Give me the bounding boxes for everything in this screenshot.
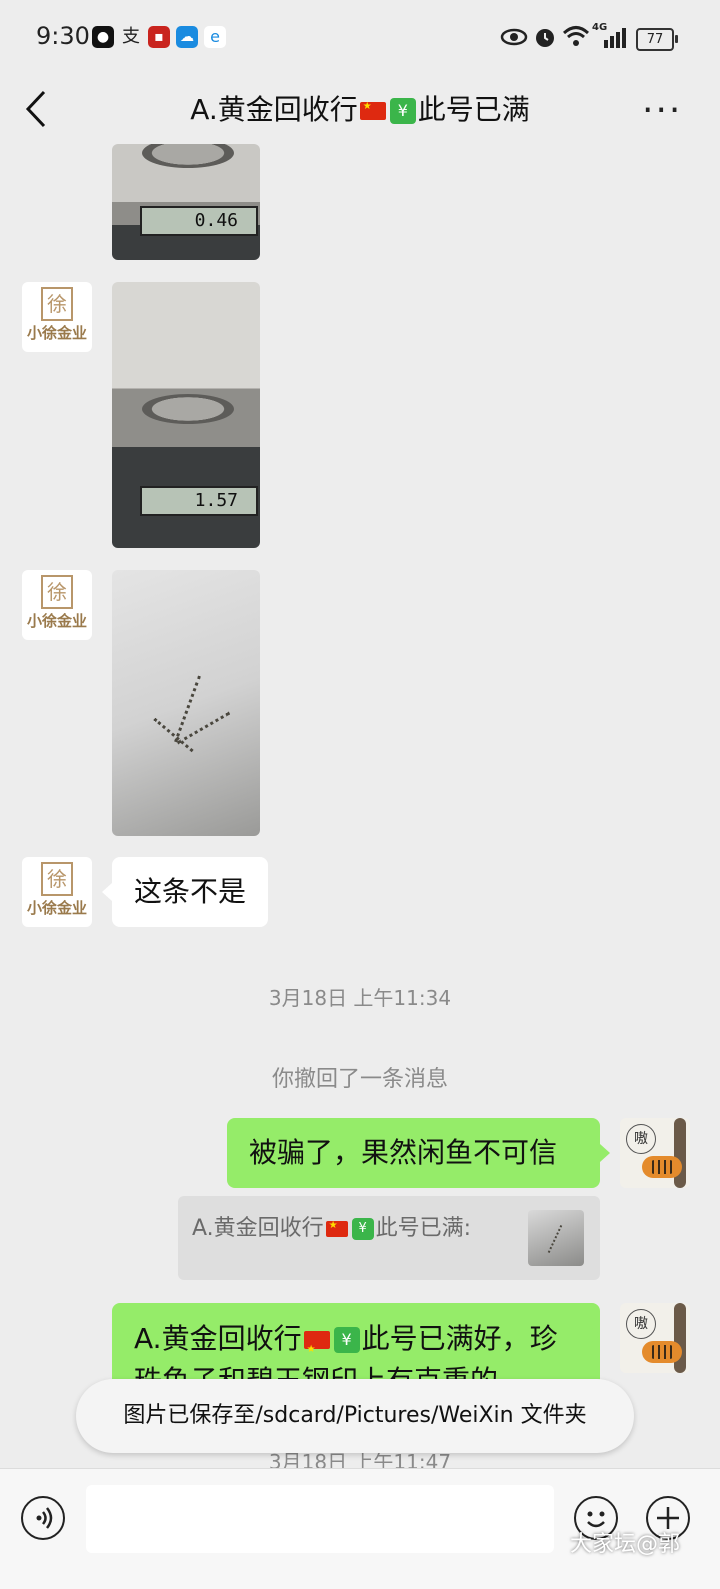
message-prefix: A.黄金回收行 xyxy=(134,1322,302,1355)
weather-icon: ☁ xyxy=(176,26,198,48)
quoted-message[interactable]: A.黄金回收行 ¥此号已满: xyxy=(178,1196,600,1280)
branch-shape xyxy=(674,1118,686,1188)
china-flag-icon xyxy=(303,1330,330,1370)
scale-photo-2[interactable]: 1.57 xyxy=(112,282,260,548)
chat-header: A.黄金回收行 ¥此号已满 ··· xyxy=(0,76,720,144)
speech-bubble: 嗷 xyxy=(626,1124,656,1154)
quote-prefix: A.黄金回收行 xyxy=(192,1216,324,1241)
scale-pan xyxy=(142,144,234,168)
tiger-shape xyxy=(642,1341,682,1363)
message-line-1: A.黄金回收行 ¥此号已满好，珍 xyxy=(134,1319,558,1370)
message-suffix: 此号已满好，珍 xyxy=(361,1322,558,1355)
recall-notice: 你撤回了一条消息 xyxy=(271,1067,448,1092)
china-flag-icon xyxy=(325,1220,348,1237)
quote-suffix: 此号已满: xyxy=(375,1216,472,1241)
contact-avatar[interactable]: 徐 小徐金业 xyxy=(22,857,92,927)
self-avatar[interactable]: 嗷 xyxy=(620,1118,690,1188)
wifi-icon xyxy=(562,26,590,46)
contact-avatar[interactable]: 徐 小徐金业 xyxy=(22,282,92,352)
logo-mark: 徐 xyxy=(41,862,73,896)
logo-text: 小徐金业 xyxy=(26,324,87,342)
scale-pan xyxy=(142,394,234,424)
china-flag-icon xyxy=(359,101,386,120)
toast-notification: 图片已保存至/sdcard/Pictures/WeiXin 文件夹 xyxy=(76,1379,634,1453)
browser-icon: e xyxy=(204,26,226,48)
battery-level: 77 xyxy=(646,32,664,47)
scale-display: 0.46 xyxy=(140,206,258,236)
logo-text: 小徐金业 xyxy=(26,612,87,630)
message-bubble-sent[interactable]: 被骗了，果然闲鱼不可信 xyxy=(227,1118,610,1188)
scale-photo-1[interactable]: 0.46 xyxy=(112,144,260,260)
yen-chart-icon: ¥ xyxy=(333,1327,360,1353)
alipay-icon: 支 xyxy=(122,26,140,47)
yen-chart-icon: ¥ xyxy=(351,1218,374,1240)
timestamp: 3月18日 上午11:34 xyxy=(268,986,452,1010)
speech-bubble: 嗷 xyxy=(626,1309,656,1339)
news-app-icon: ▪ xyxy=(148,26,170,48)
branch-shape xyxy=(674,1303,686,1373)
more-dots-icon[interactable]: ··· xyxy=(642,90,682,131)
quote-text: A.黄金回收行 ¥此号已满: xyxy=(192,1210,471,1242)
chevron-left-icon[interactable] xyxy=(22,86,52,132)
chat-title-prefix: A.黄金回收行 xyxy=(190,93,358,126)
signal-icon xyxy=(604,28,626,48)
eye-icon xyxy=(500,28,528,46)
yen-chart-icon: ¥ xyxy=(389,98,416,124)
scale-display: 1.57 xyxy=(140,486,258,516)
bag-photo[interactable] xyxy=(112,570,260,836)
contact-avatar[interactable]: 徐 小徐金业 xyxy=(22,570,92,640)
message-bubble-received[interactable]: 这条不是 xyxy=(101,857,269,927)
logo-mark: 徐 xyxy=(41,575,73,609)
bubble-tail xyxy=(590,1326,600,1344)
message-input[interactable] xyxy=(86,1485,554,1553)
status-time: 9:30 xyxy=(36,22,90,50)
battery-icon: 77 xyxy=(636,28,678,51)
tiger-shape xyxy=(642,1156,682,1178)
logo-mark: 徐 xyxy=(41,287,73,321)
quote-thumbnail xyxy=(528,1210,584,1266)
chat-title-suffix: 此号已满 xyxy=(417,93,530,126)
status-bar: 9:30 ● 支 ▪ ☁ e 4G 77 xyxy=(0,0,720,76)
alarm-icon xyxy=(536,29,554,47)
chain-shape xyxy=(547,1224,563,1254)
voice-icon[interactable] xyxy=(21,1496,65,1540)
watermark: 大家坛@郭 xyxy=(570,1532,681,1557)
qq-icon: ● xyxy=(92,26,114,48)
chat-title: A.黄金回收行 ¥此号已满 xyxy=(100,88,620,128)
self-avatar[interactable]: 嗷 xyxy=(620,1303,690,1373)
logo-text: 小徐金业 xyxy=(26,899,87,917)
